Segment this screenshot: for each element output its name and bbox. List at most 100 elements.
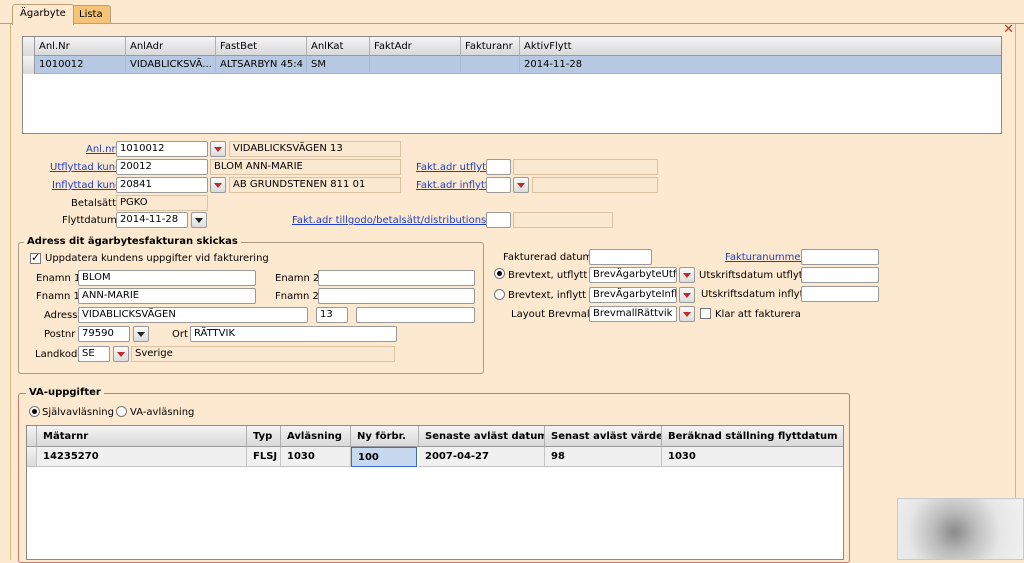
fnamn2-label: Fnamn 2 — [275, 291, 319, 302]
faktadr-utflytt-input[interactable] — [486, 159, 511, 175]
faktadr-utflytt-link[interactable]: Fakt.adr utflytt — [416, 162, 490, 173]
flyttdatum-input[interactable]: 2014-11-28 — [116, 212, 188, 228]
brevtext-inflytt-dropdown[interactable] — [679, 287, 695, 303]
fnamn1-label: Fnamn 1 — [36, 291, 80, 302]
fnamn2-input[interactable] — [318, 288, 475, 304]
cell-avlasning: 1030 — [281, 447, 351, 467]
flyttdatum-label: Flyttdatum — [62, 215, 117, 226]
anlnr-dropdown[interactable] — [210, 141, 226, 157]
col-header-senaste-avlast-datum[interactable]: Senaste avläst datum — [419, 426, 545, 447]
fakturanummer-link[interactable]: Fakturanummer — [725, 252, 805, 263]
postnr-label: Postnr — [44, 329, 76, 340]
col-header-avlasning[interactable]: Avläsning — [281, 426, 351, 447]
adress-input[interactable]: VIDABLICKSVÄGEN — [78, 307, 308, 323]
faktadr-utflytt-extra — [513, 159, 658, 175]
betalsatt-label: Betalsätt — [71, 198, 117, 209]
brevtext-utflytt-radio[interactable] — [494, 268, 505, 279]
brevtext-utflytt-select[interactable]: BrevÄgarbyteUtfly — [589, 267, 677, 283]
col-header-typ[interactable]: Typ — [247, 426, 281, 447]
enamn1-label: Enamn 1 — [36, 273, 81, 284]
faktadr-tillgodo-extra — [513, 212, 613, 228]
landkod-input[interactable]: SE — [78, 346, 110, 362]
update-customer-checkbox[interactable] — [30, 251, 41, 264]
fakturanummer-input[interactable] — [801, 249, 879, 265]
fnamn1-input[interactable]: ANN-MARIE — [78, 288, 256, 304]
klar-att-fakturera-checkbox[interactable] — [700, 308, 711, 319]
col-header-anladr[interactable]: AnlAdr — [126, 37, 216, 56]
cell-matarnr: 14235270 — [37, 447, 247, 467]
col-header-matarnr[interactable]: Mätarnr — [37, 426, 247, 447]
inflyttad-kund-name: AB GRUNDSTENEN 811 01 — [229, 177, 401, 193]
matare-grid[interactable]: Mätarnr Typ Avläsning Ny förbr. Senaste … — [26, 425, 844, 560]
flyttdatum-date-picker[interactable] — [191, 212, 207, 228]
cell-ny-forbr[interactable]: 100 — [351, 447, 417, 467]
adress-extra-input[interactable] — [356, 307, 475, 323]
row-indicator-header — [27, 426, 37, 447]
col-header-faktadr[interactable]: FaktAdr — [370, 37, 461, 56]
anlnr-link[interactable]: Anl.nr — [86, 144, 116, 155]
utflyttad-kund-name: BLOM ANN-MARIE — [210, 159, 401, 175]
utflyttad-kund-input[interactable]: 20012 — [116, 159, 208, 175]
tab-agarbyte[interactable]: Ägarbyte — [12, 4, 74, 25]
tab-lista[interactable]: Lista — [71, 5, 111, 23]
ort-label: Ort — [172, 329, 188, 340]
col-header-anlnr[interactable]: Anl.Nr — [35, 37, 126, 56]
cell-faktadr — [370, 56, 461, 74]
utflyttad-kund-link[interactable]: Utflyttad kund — [50, 162, 121, 173]
faktadr-inflytt-input[interactable] — [486, 177, 511, 193]
postnr-input[interactable]: 79590 — [78, 326, 130, 342]
landkod-dropdown[interactable] — [113, 346, 129, 362]
close-icon[interactable]: ✕ — [1003, 23, 1014, 36]
anlaggning-grid[interactable]: Anl.Nr AnlAdr FastBet AnlKat FaktAdr Fak… — [22, 36, 1002, 134]
faktadr-inflytt-dropdown[interactable] — [513, 177, 529, 193]
col-header-aktivflytt[interactable]: AktivFlytt — [520, 37, 1003, 56]
ort-input[interactable]: RÄTTVIK — [190, 326, 397, 342]
cell-anladr: VIDABLICKSVÄ... — [126, 56, 216, 74]
utskriftsdatum-utflytt-label: Utskriftsdatum utflytt — [699, 270, 807, 281]
cell-senast-avlast-varde: 98 — [545, 447, 662, 467]
faktadr-tillgodo-link[interactable]: Fakt.adr tillgodo/betalsätt/distribution… — [292, 215, 505, 226]
anlnr-input[interactable]: 1010012 — [116, 141, 208, 157]
adress-number-input[interactable]: 13 — [316, 307, 348, 323]
col-header-senast-avlast-varde[interactable]: Senast avläst värde — [545, 426, 662, 447]
col-header-fakturanr[interactable]: Fakturanr — [461, 37, 520, 56]
landkod-label: Landkod — [35, 349, 78, 360]
col-header-fastbet[interactable]: FastBet — [216, 37, 307, 56]
brevtext-inflytt-select[interactable]: BrevÄgarbyteInfly — [589, 287, 677, 303]
col-header-anlkat[interactable]: AnlKat — [307, 37, 370, 56]
anlnr-address: VIDABLICKSVÄGEN 13 — [229, 141, 401, 157]
fakturerad-datum-input[interactable] — [589, 249, 652, 265]
enamn2-input[interactable] — [318, 270, 475, 286]
va-group-title: VA-uppgifter — [26, 387, 104, 398]
col-header-beraknad-stallning[interactable]: Beräknad ställning flyttdatum — [662, 426, 843, 447]
faktadr-inflytt-link[interactable]: Fakt.adr inflytt — [416, 180, 489, 191]
inflyttad-kund-dropdown[interactable] — [210, 177, 226, 193]
enamn1-input[interactable]: BLOM — [78, 270, 256, 286]
utskriftsdatum-inflytt-label: Utskriftsdatum inflytt — [701, 289, 808, 300]
cell-fastbet: ALTSARBYN 45:4 — [216, 56, 307, 74]
sjalvavlasning-radio[interactable] — [29, 406, 40, 417]
cell-anlkat: SM — [307, 56, 370, 74]
faktadr-tillgodo-input[interactable] — [486, 212, 511, 228]
betalsatt-value: PGKO — [116, 195, 208, 211]
inflyttad-kund-input[interactable]: 20841 — [116, 177, 208, 193]
address-group-title: Adress dit ägarbytesfakturan skickas — [24, 236, 241, 247]
postnr-dropdown[interactable] — [133, 326, 149, 342]
col-header-ny-forbr[interactable]: Ny förbr. — [351, 426, 419, 447]
sjalvavlasning-label: Självavläsning — [42, 407, 114, 418]
inflyttad-kund-link[interactable]: Inflyttad kund — [52, 180, 122, 191]
cell-fakturanr — [461, 56, 520, 74]
utskriftsdatum-inflytt-input[interactable] — [801, 286, 879, 302]
klar-att-fakturera-label: Klar att fakturera — [715, 309, 801, 320]
decorative-image — [897, 498, 1024, 560]
va-avlasning-radio[interactable] — [116, 406, 127, 417]
table-row[interactable]: 1010012 VIDABLICKSVÄ... ALTSARBYN 45:4 S… — [23, 56, 1001, 74]
utskriftsdatum-utflytt-input[interactable] — [801, 267, 879, 283]
brevtext-utflytt-label: Brevtext, utflytt — [508, 270, 588, 281]
brevtext-inflytt-label: Brevtext, inflytt — [508, 290, 587, 301]
layout-brevmall-dropdown[interactable] — [679, 306, 695, 322]
brevtext-utflytt-dropdown[interactable] — [679, 267, 695, 283]
grid-header: Anl.Nr AnlAdr FastBet AnlKat FaktAdr Fak… — [23, 37, 1001, 56]
layout-brevmall-select[interactable]: BrevmallRättvik — [589, 306, 677, 322]
brevtext-inflytt-radio[interactable] — [494, 289, 505, 300]
